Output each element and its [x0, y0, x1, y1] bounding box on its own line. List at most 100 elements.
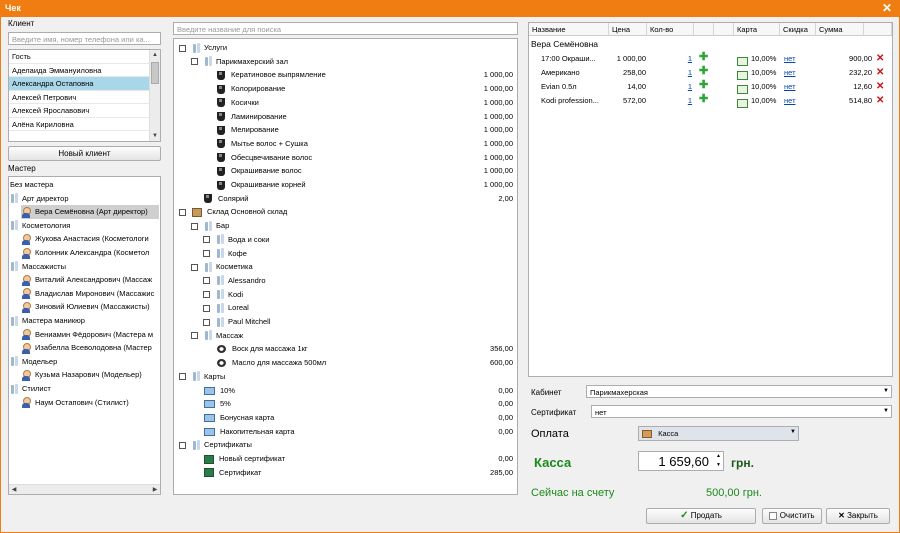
service-row[interactable]: Бонусная карта 0,00 [191, 411, 513, 425]
add-icon[interactable]: ✚ [699, 51, 708, 64]
service-row[interactable]: Колорирование 1 000,00 [203, 82, 513, 96]
item-discount-link[interactable]: нет [784, 66, 809, 79]
service-row[interactable]: Ламинирование 1 000,00 [203, 110, 513, 124]
service-search-input[interactable]: Введите название для поиска [173, 22, 518, 35]
service-row[interactable]: Услуги [179, 41, 513, 55]
expand-checkbox[interactable] [203, 236, 210, 244]
master-item[interactable]: Колонник Александра (Косметол [21, 246, 159, 260]
scroll-up-icon[interactable]: ▲ [150, 50, 160, 60]
expand-checkbox[interactable] [203, 250, 210, 258]
service-row[interactable]: 10% 0,00 [191, 384, 513, 398]
chevron-down-icon[interactable]: ▼ [883, 388, 889, 394]
master-item[interactable]: Вера Семёновна (Арт директор) [21, 205, 159, 219]
kassa-amount-input[interactable]: 1 659,60 ▲ ▼ [638, 451, 724, 471]
expand-checkbox[interactable] [179, 441, 186, 449]
item-qty-link[interactable]: 1 [649, 94, 692, 107]
close-button[interactable]: ✕ Закрыть [826, 508, 890, 524]
service-row[interactable]: Kodi [203, 288, 513, 302]
item-qty-link[interactable]: 1 [649, 80, 692, 93]
master-item[interactable]: Наум Остапович (Стилист) [21, 396, 159, 410]
close-icon[interactable]: ✕ [882, 1, 892, 15]
service-row[interactable]: Мытье волос + Сушка 1 000,00 [203, 137, 513, 151]
master-hscrollbar[interactable]: ◀ ▶ [9, 484, 160, 494]
scroll-down-icon[interactable]: ▼ [150, 131, 160, 141]
service-row[interactable]: Воск для массажа 1кг 356,00 [203, 342, 513, 356]
card-icon[interactable] [737, 54, 748, 67]
master-item[interactable]: Виталий Александрович (Массаж [21, 273, 159, 287]
card-icon[interactable] [737, 96, 748, 109]
master-group[interactable]: Косметология [10, 219, 159, 233]
service-row[interactable]: Обесцвечивание волос 1 000,00 [203, 151, 513, 165]
client-list-item[interactable]: Александра Остаповна [9, 77, 149, 91]
expand-checkbox[interactable] [203, 291, 210, 299]
item-qty-link[interactable]: 1 [649, 52, 692, 65]
delete-icon[interactable]: ✕ [876, 80, 884, 93]
service-row[interactable]: Кератиновое выпрямление 1 000,00 [203, 68, 513, 82]
service-row[interactable]: Карты [179, 370, 513, 384]
master-item[interactable]: Вениамин Фёдорович (Мастера м [21, 328, 159, 342]
add-icon[interactable]: ✚ [699, 93, 708, 106]
master-item[interactable]: Без мастера [10, 178, 159, 192]
delete-icon[interactable]: ✕ [876, 52, 884, 65]
scroll-left-icon[interactable]: ◀ [9, 485, 19, 494]
payment-select[interactable]: Касса ▼ [638, 426, 799, 441]
cabinet-select[interactable]: Парикмахерская ▼ [586, 385, 892, 398]
service-row[interactable]: Масло для массажа 500мл 600,00 [203, 356, 513, 370]
delete-icon[interactable]: ✕ [876, 66, 884, 79]
add-icon[interactable]: ✚ [699, 65, 708, 78]
master-item[interactable]: Кузьма Назарович (Модельер) [21, 368, 159, 382]
item-discount-link[interactable]: нет [784, 80, 809, 93]
chevron-down-icon[interactable]: ▼ [883, 408, 889, 414]
service-row[interactable]: Сертификаты [179, 438, 513, 452]
expand-checkbox[interactable] [191, 58, 198, 66]
service-row[interactable]: Окрашивание корней 1 000,00 [203, 178, 513, 192]
expand-checkbox[interactable] [191, 222, 198, 230]
service-row[interactable]: Окрашивание волос 1 000,00 [203, 164, 513, 178]
master-group[interactable]: Арт директор [10, 192, 159, 206]
service-row[interactable]: Мелирование 1 000,00 [203, 123, 513, 137]
service-row[interactable]: Кофе [203, 247, 513, 261]
expand-checkbox[interactable] [179, 208, 186, 216]
expand-checkbox[interactable] [179, 373, 186, 381]
service-row[interactable]: Alessandro [203, 274, 513, 288]
item-discount-link[interactable]: нет [784, 94, 809, 107]
new-client-button[interactable]: Новый клиент [8, 146, 161, 161]
expand-checkbox[interactable] [203, 304, 210, 312]
item-qty-link[interactable]: 1 [649, 66, 692, 79]
master-item[interactable]: Жукова Анастасия (Косметологи [21, 232, 159, 246]
master-item[interactable]: Владислав Миронович (Массажис [21, 287, 159, 301]
master-group[interactable]: Модельер [10, 355, 159, 369]
service-row[interactable]: Loreal [203, 301, 513, 315]
clear-button[interactable]: Очистить [762, 508, 822, 524]
delete-icon[interactable]: ✕ [876, 94, 884, 107]
expand-checkbox[interactable] [179, 44, 186, 52]
service-row[interactable]: Новый сертификат 0,00 [191, 452, 513, 466]
service-row[interactable]: Массаж [191, 329, 513, 343]
client-search-input[interactable]: Введите имя, номер телефона или ка... [8, 32, 161, 45]
services-tree[interactable]: Услуги Парикмахерский зал Кератиновое выпр… [173, 38, 518, 495]
service-row[interactable]: Склад Основной склад [179, 205, 513, 219]
client-list-item[interactable]: Гость [9, 50, 149, 64]
card-icon[interactable] [737, 68, 748, 81]
certificate-select[interactable]: нет ▼ [591, 405, 892, 418]
service-row[interactable]: Парикмахерский зал [191, 55, 513, 69]
scroll-right-icon[interactable]: ▶ [150, 485, 160, 494]
client-list[interactable]: Гость Аделаида Эммануиловна Александра Ост… [8, 49, 161, 142]
expand-checkbox[interactable] [203, 318, 210, 326]
master-item[interactable]: Зиновий Юлиевич (Массажисты) [21, 300, 159, 314]
client-list-item[interactable]: Аделаида Эммануиловна [9, 64, 149, 77]
service-row[interactable]: Накопительная карта 0,00 [191, 425, 513, 439]
master-group[interactable]: Массажисты [10, 260, 159, 274]
service-row[interactable]: Paul Mitchell [203, 315, 513, 329]
item-discount-link[interactable]: нет [784, 52, 809, 65]
service-row[interactable]: 5% 0,00 [191, 397, 513, 411]
master-group[interactable]: Мастера маникюр [10, 314, 159, 328]
master-group[interactable]: Стилист [10, 382, 159, 396]
client-list-scrollbar[interactable]: ▲ ▼ [149, 50, 160, 141]
client-list-item[interactable]: Алексей Ярославович [9, 104, 149, 118]
expand-checkbox[interactable] [191, 332, 198, 340]
expand-checkbox[interactable] [203, 277, 210, 285]
service-row[interactable]: Солярий 2,00 [191, 192, 513, 206]
service-row[interactable]: Косички 1 000,00 [203, 96, 513, 110]
service-row[interactable]: Сертификат 285,00 [191, 466, 513, 480]
